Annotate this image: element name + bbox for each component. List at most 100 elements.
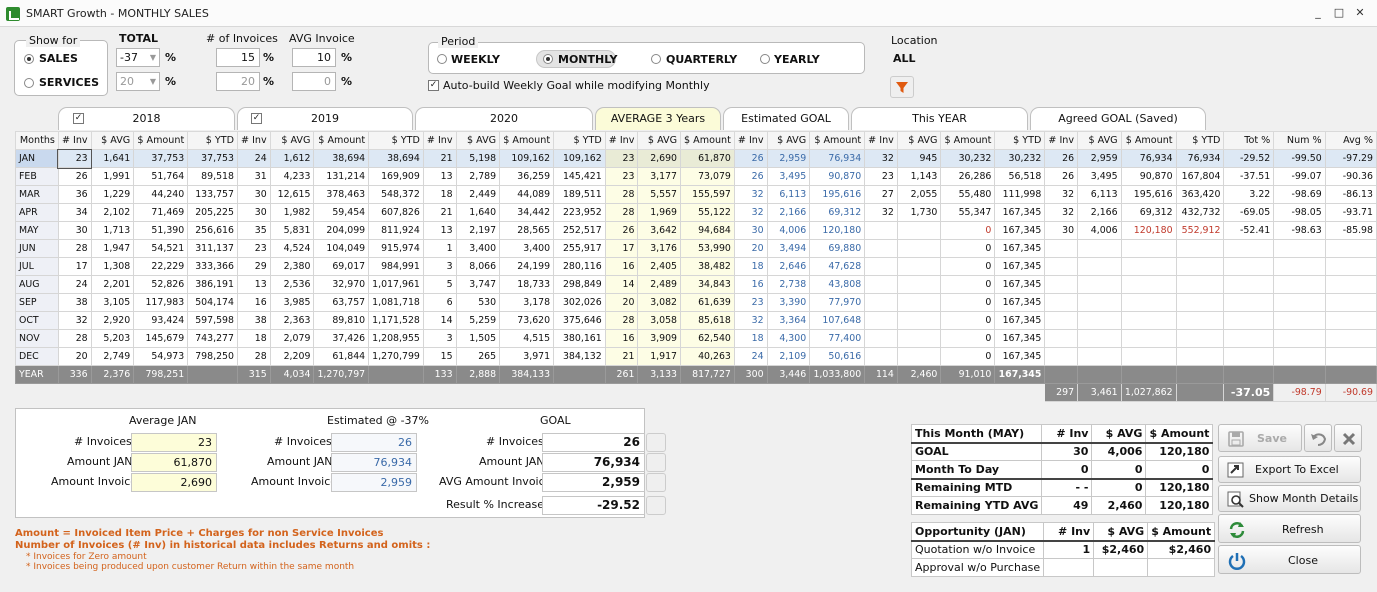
column-header[interactable]: # Inv xyxy=(57,131,92,150)
autobuild-checkbox[interactable]: ✓ xyxy=(428,80,439,91)
table-cell[interactable]: 811,924 xyxy=(368,221,424,240)
table-cell[interactable]: 3,400 xyxy=(455,239,501,258)
table-cell[interactable]: 32 xyxy=(733,203,768,222)
table-cell[interactable]: 73,079 xyxy=(680,167,735,186)
table-cell[interactable]: 363,420 xyxy=(1175,185,1225,204)
table-cell[interactable]: 50,616 xyxy=(809,347,866,366)
table-cell[interactable]: 24,199 xyxy=(499,257,555,276)
goal-invoices-spin[interactable] xyxy=(646,433,666,452)
table-cell[interactable]: 37,753 xyxy=(187,149,238,168)
table-cell[interactable]: 5,557 xyxy=(637,185,682,204)
table-cell[interactable] xyxy=(864,239,898,258)
table-cell[interactable]: 37,426 xyxy=(313,329,370,348)
table-cell[interactable]: 26,286 xyxy=(940,167,996,186)
column-header[interactable]: # Inv xyxy=(604,131,639,150)
table-cell[interactable]: 6 xyxy=(422,293,457,312)
table-cell[interactable]: 62,540 xyxy=(680,329,735,348)
table-cell[interactable]: 384,132 xyxy=(553,347,606,366)
table-cell[interactable] xyxy=(1175,293,1225,312)
table-cell[interactable]: 380,161 xyxy=(553,329,606,348)
table-cell[interactable]: 26 xyxy=(733,167,768,186)
table-cell[interactable]: 30 xyxy=(236,203,271,222)
column-header[interactable]: $ AVG xyxy=(455,131,501,150)
table-cell[interactable]: 32 xyxy=(57,311,92,330)
table-cell[interactable]: 120,180 xyxy=(1120,221,1177,240)
table-cell[interactable] xyxy=(1175,311,1225,330)
column-header[interactable]: $ AVG xyxy=(766,131,811,150)
table-cell[interactable]: 73,620 xyxy=(499,311,555,330)
table-cell[interactable] xyxy=(1223,275,1275,294)
table-cell[interactable]: 3,082 xyxy=(637,293,682,312)
table-cell[interactable] xyxy=(1273,293,1326,312)
table-cell[interactable]: 167,345 xyxy=(994,239,1046,258)
location-value[interactable]: ALL xyxy=(893,52,916,65)
table-cell[interactable]: 302,026 xyxy=(553,293,606,312)
table-cell[interactable] xyxy=(896,293,942,312)
table-cell[interactable] xyxy=(1044,293,1079,312)
table-cell[interactable]: 23 xyxy=(57,148,93,169)
column-header[interactable]: $ AVG xyxy=(269,131,315,150)
table-cell[interactable] xyxy=(1077,257,1122,276)
table-cell[interactable]: 32 xyxy=(733,185,768,204)
table-cell[interactable]: 3,495 xyxy=(1077,167,1122,186)
table-cell[interactable] xyxy=(896,221,942,240)
table-cell[interactable]: 2,209 xyxy=(269,347,315,366)
services-radio-label[interactable]: SERVICES xyxy=(39,76,99,89)
table-cell[interactable]: 30,232 xyxy=(940,149,996,168)
table-cell[interactable]: 89,810 xyxy=(313,311,370,330)
table-cell[interactable]: 18,733 xyxy=(499,275,555,294)
table-cell[interactable]: 5 xyxy=(422,275,457,294)
table-cell[interactable]: 69,017 xyxy=(313,257,370,276)
table-cell[interactable]: 1,917 xyxy=(637,347,682,366)
weekly-radio[interactable] xyxy=(437,54,447,64)
table-cell[interactable]: 311,137 xyxy=(187,239,238,258)
table-cell[interactable] xyxy=(1273,311,1326,330)
table-cell[interactable]: 2,449 xyxy=(455,185,501,204)
table-cell[interactable]: 1,969 xyxy=(637,203,682,222)
table-cell[interactable] xyxy=(1044,347,1079,366)
table-row[interactable]: SEP 38 3,105 117,983 504,174 16 3,985 63,757 1,0… xyxy=(15,293,1377,312)
table-cell[interactable]: 167,345 xyxy=(994,347,1046,366)
table-cell[interactable] xyxy=(1175,239,1225,258)
table-cell[interactable]: 24 xyxy=(236,149,271,168)
table-cell[interactable]: 31 xyxy=(236,167,271,186)
table-cell[interactable]: 223,952 xyxy=(553,203,606,222)
table-cell[interactable]: 51,390 xyxy=(133,221,189,240)
table-cell[interactable] xyxy=(1223,311,1275,330)
table-cell[interactable] xyxy=(864,221,898,240)
table-cell[interactable] xyxy=(1120,329,1177,348)
column-header[interactable]: Num % xyxy=(1273,131,1326,150)
column-header[interactable]: # Inv xyxy=(1044,131,1079,150)
table-cell[interactable]: 2,055 xyxy=(896,185,942,204)
column-header[interactable]: $ AVG xyxy=(1077,131,1122,150)
table-cell[interactable]: 90,870 xyxy=(809,167,866,186)
column-header[interactable]: $ Amount xyxy=(680,131,735,150)
table-cell[interactable]: 69,312 xyxy=(1120,203,1177,222)
table-cell[interactable] xyxy=(1223,239,1275,258)
table-cell[interactable]: 38,694 xyxy=(368,149,424,168)
table-cell[interactable]: 34,442 xyxy=(499,203,555,222)
table-cell[interactable]: 5,259 xyxy=(455,311,501,330)
table-cell[interactable]: 16 xyxy=(604,329,639,348)
table-cell[interactable]: 38,482 xyxy=(680,257,735,276)
table-cell[interactable]: 597,598 xyxy=(187,311,238,330)
table-cell[interactable]: 55,480 xyxy=(940,185,996,204)
table-cell[interactable]: -98.05 xyxy=(1273,203,1326,222)
table-cell[interactable]: 26 xyxy=(733,149,768,168)
table-cell[interactable]: 2,201 xyxy=(90,275,135,294)
table-cell[interactable]: 2,489 xyxy=(637,275,682,294)
table-cell[interactable]: 28 xyxy=(57,329,92,348)
table-cell[interactable]: 945 xyxy=(896,149,942,168)
table-cell[interactable]: 1,641 xyxy=(90,149,135,168)
table-cell[interactable]: 38 xyxy=(236,311,271,330)
table-cell[interactable]: 2,079 xyxy=(269,329,315,348)
table-cell[interactable]: 23 xyxy=(236,239,271,258)
table-cell[interactable] xyxy=(1223,257,1275,276)
column-header[interactable]: Avg % xyxy=(1324,131,1377,150)
table-cell[interactable]: 155,597 xyxy=(680,185,735,204)
table-cell[interactable]: 378,463 xyxy=(313,185,370,204)
table-cell[interactable]: 2,102 xyxy=(90,203,135,222)
table-cell[interactable]: 24 xyxy=(733,347,768,366)
table-cell[interactable]: 32 xyxy=(864,203,898,222)
table-cell[interactable]: 28 xyxy=(604,185,639,204)
